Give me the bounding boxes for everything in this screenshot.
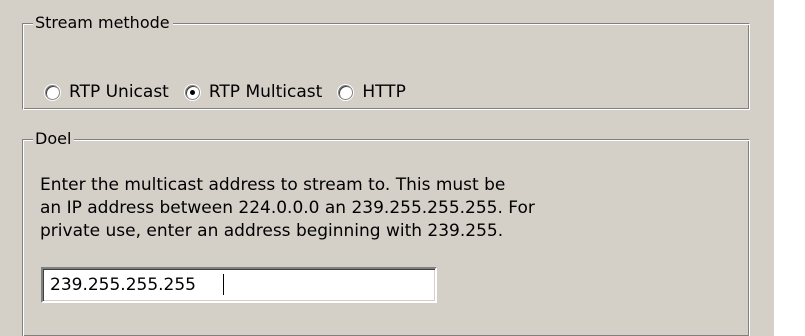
target-description: Enter the multicast address to stream to… bbox=[40, 174, 740, 243]
radio-checked-icon[interactable] bbox=[184, 84, 200, 100]
radio-rtp-multicast-label: RTP Multicast bbox=[208, 82, 323, 102]
description-line: an IP address between 224.0.0.0 an 239.2… bbox=[40, 198, 535, 218]
radio-unchecked-icon[interactable] bbox=[45, 84, 60, 100]
text-caret bbox=[223, 274, 224, 295]
radio-http[interactable]: HTTP bbox=[338, 82, 406, 102]
radio-rtp-multicast[interactable]: RTP Multicast bbox=[184, 82, 323, 102]
description-line: Enter the multicast address to stream to… bbox=[40, 175, 506, 195]
radio-rtp-unicast-label: RTP Unicast bbox=[69, 82, 169, 102]
stream-method-legend: Stream methode bbox=[33, 14, 173, 32]
target-legend: Doel bbox=[33, 130, 75, 148]
radio-unchecked-icon[interactable] bbox=[338, 84, 354, 100]
multicast-address-input[interactable] bbox=[41, 267, 437, 303]
stream-method-group: Stream methode RTP Unicast RTP Multicast… bbox=[22, 14, 750, 110]
stream-method-options: RTP Unicast RTP Multicast HTTP bbox=[45, 81, 422, 103]
stream-settings-panel: Stream methode RTP Unicast RTP Multicast… bbox=[0, 0, 774, 336]
radio-http-label: HTTP bbox=[362, 82, 406, 102]
radio-rtp-unicast[interactable]: RTP Unicast bbox=[45, 82, 169, 102]
description-line: private use, enter an address beginning … bbox=[40, 221, 504, 241]
